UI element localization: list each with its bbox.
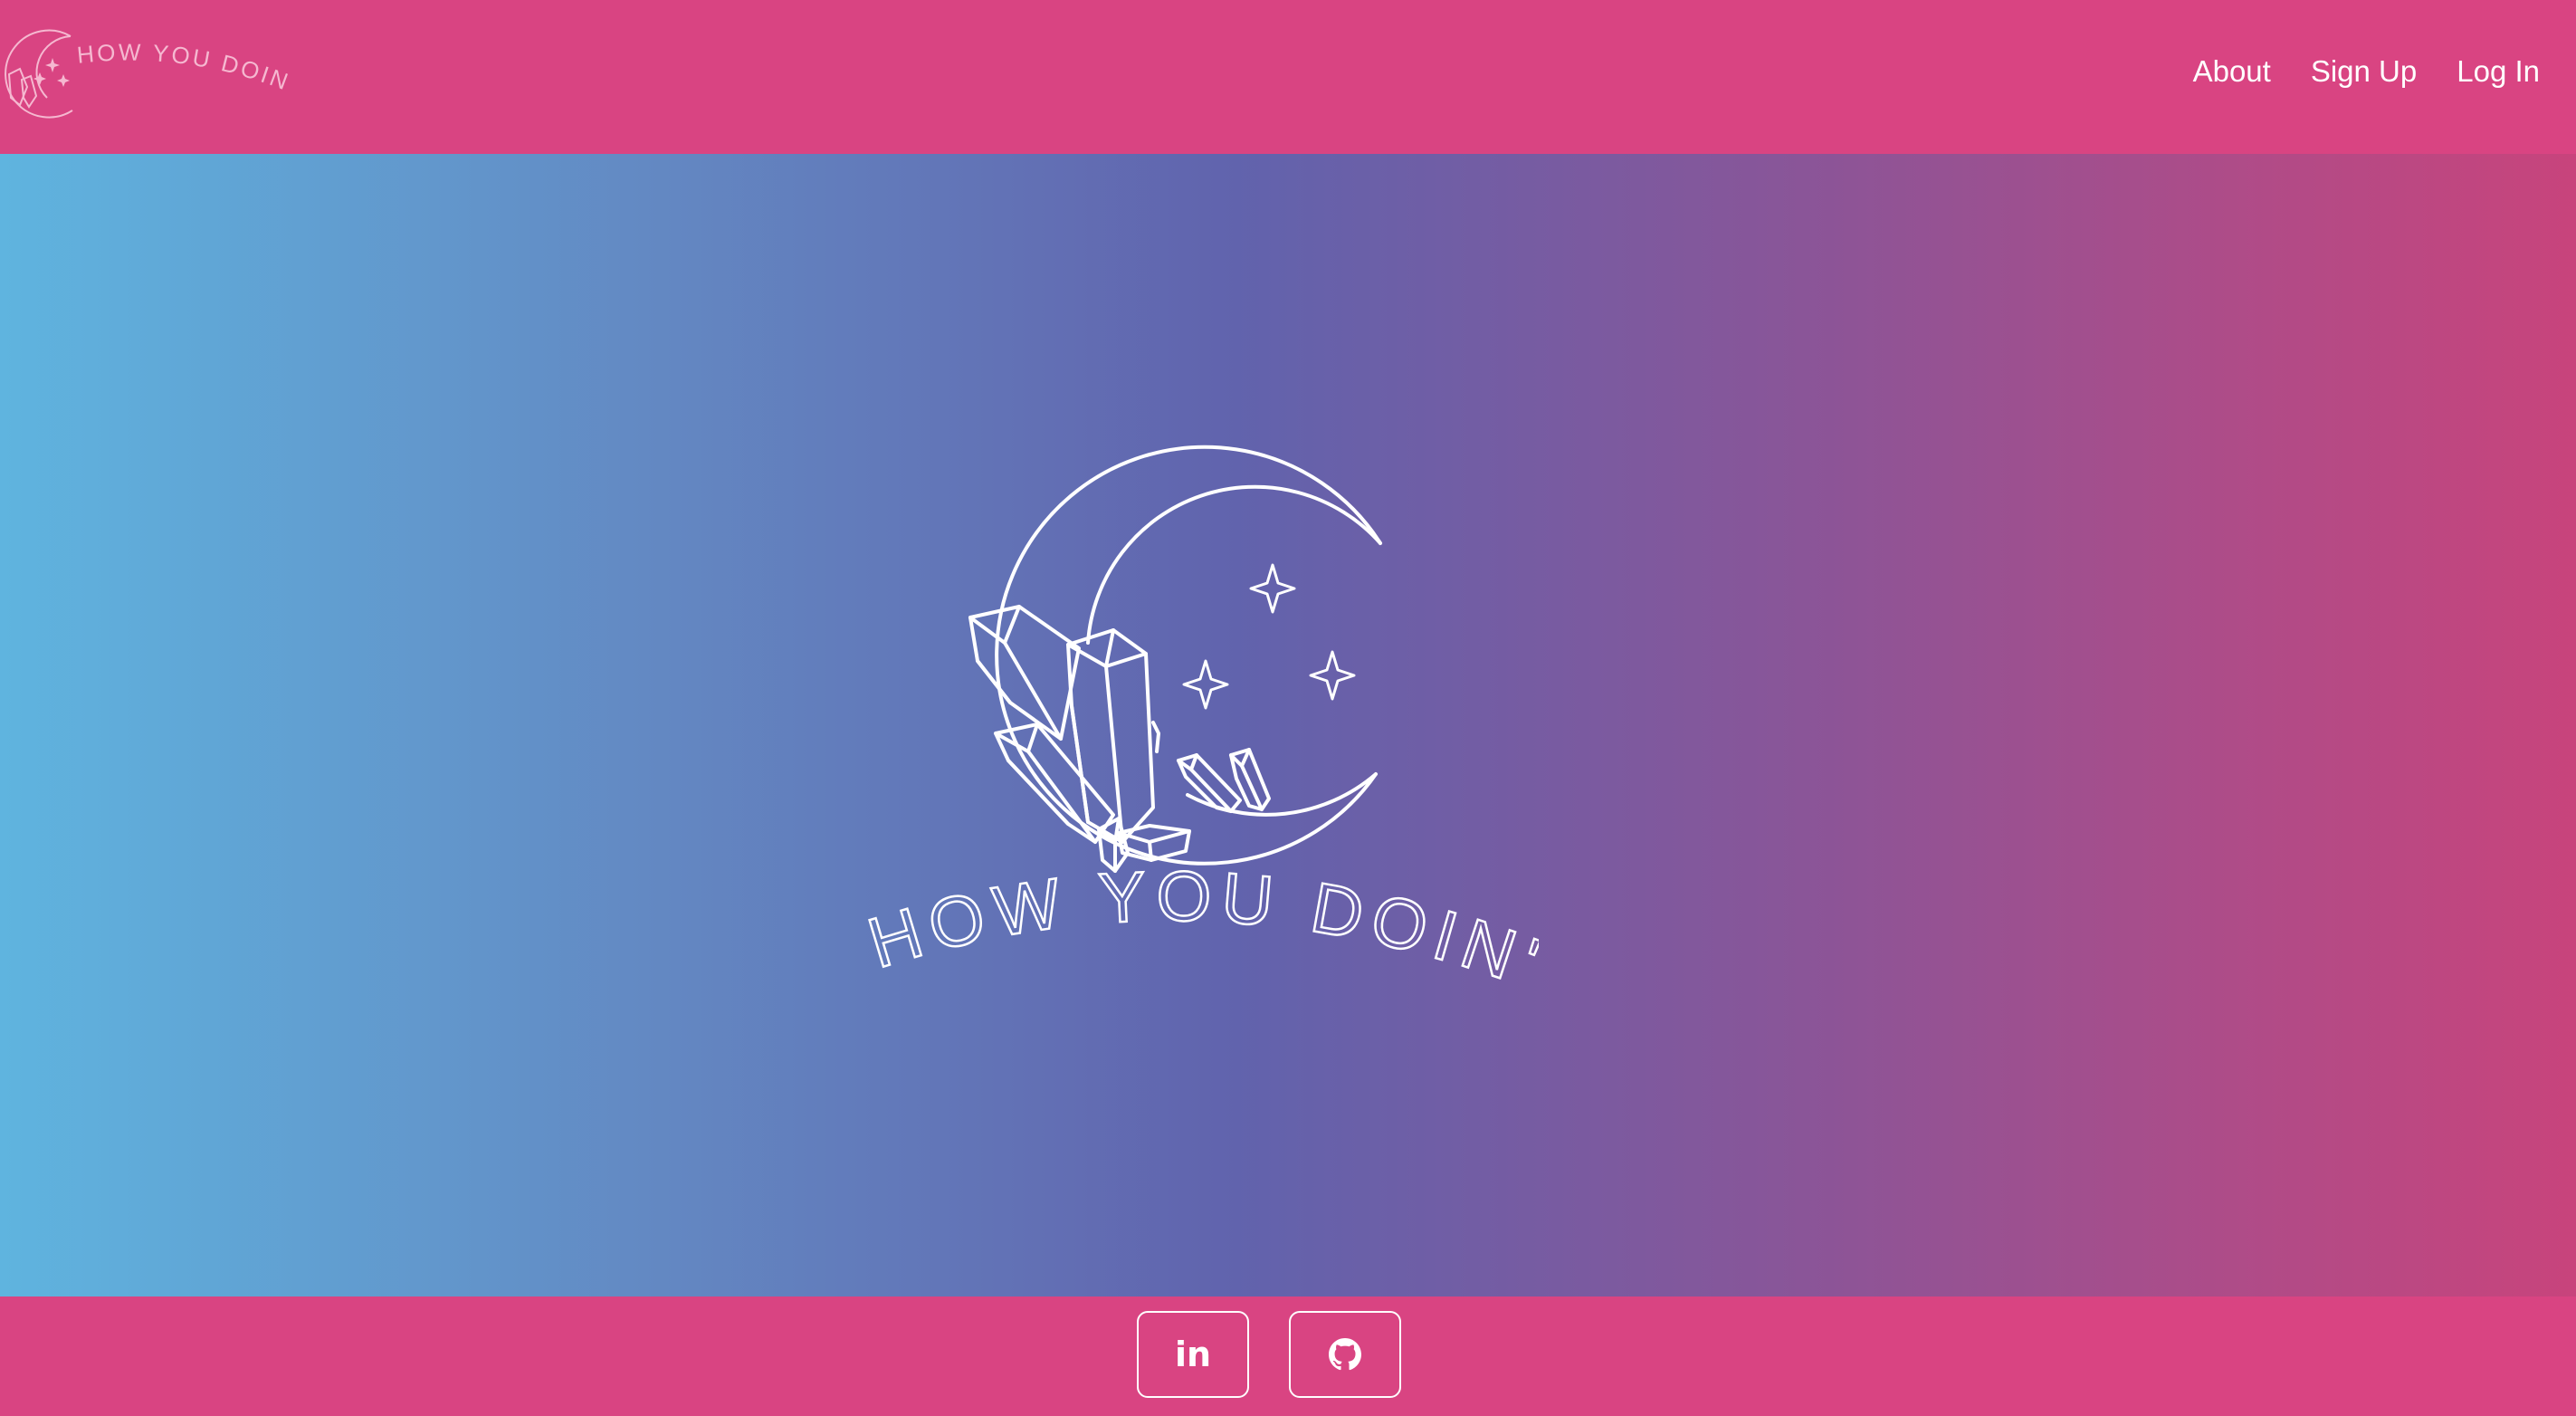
nav-signup-link[interactable]: Sign Up bbox=[2311, 54, 2417, 89]
github-icon bbox=[1329, 1338, 1361, 1371]
hero-logo-text: HOW YOU DOIN'? bbox=[851, 281, 1539, 1005]
linkedin-icon: in bbox=[1174, 1335, 1212, 1374]
nav-about-link[interactable]: About bbox=[2193, 54, 2271, 89]
github-button[interactable] bbox=[1289, 1311, 1401, 1398]
linkedin-button[interactable]: in bbox=[1137, 1311, 1249, 1398]
nav-links: About Sign Up Log In bbox=[2193, 0, 2540, 143]
moon-crystals-logo-icon: HOW YOU DOIN'? bbox=[0, 0, 291, 119]
brand-logo-link[interactable]: HOW YOU DOIN'? bbox=[0, 0, 291, 129]
nav-login-link[interactable]: Log In bbox=[2457, 54, 2540, 89]
navbar: HOW YOU DOIN'? About Sign Up Log In bbox=[0, 0, 2576, 154]
hero-section: HOW YOU DOIN'? bbox=[0, 154, 2576, 1296]
moon-crystals-logo-icon: HOW YOU DOIN'? bbox=[851, 281, 1539, 1007]
footer: in bbox=[0, 1296, 2576, 1416]
